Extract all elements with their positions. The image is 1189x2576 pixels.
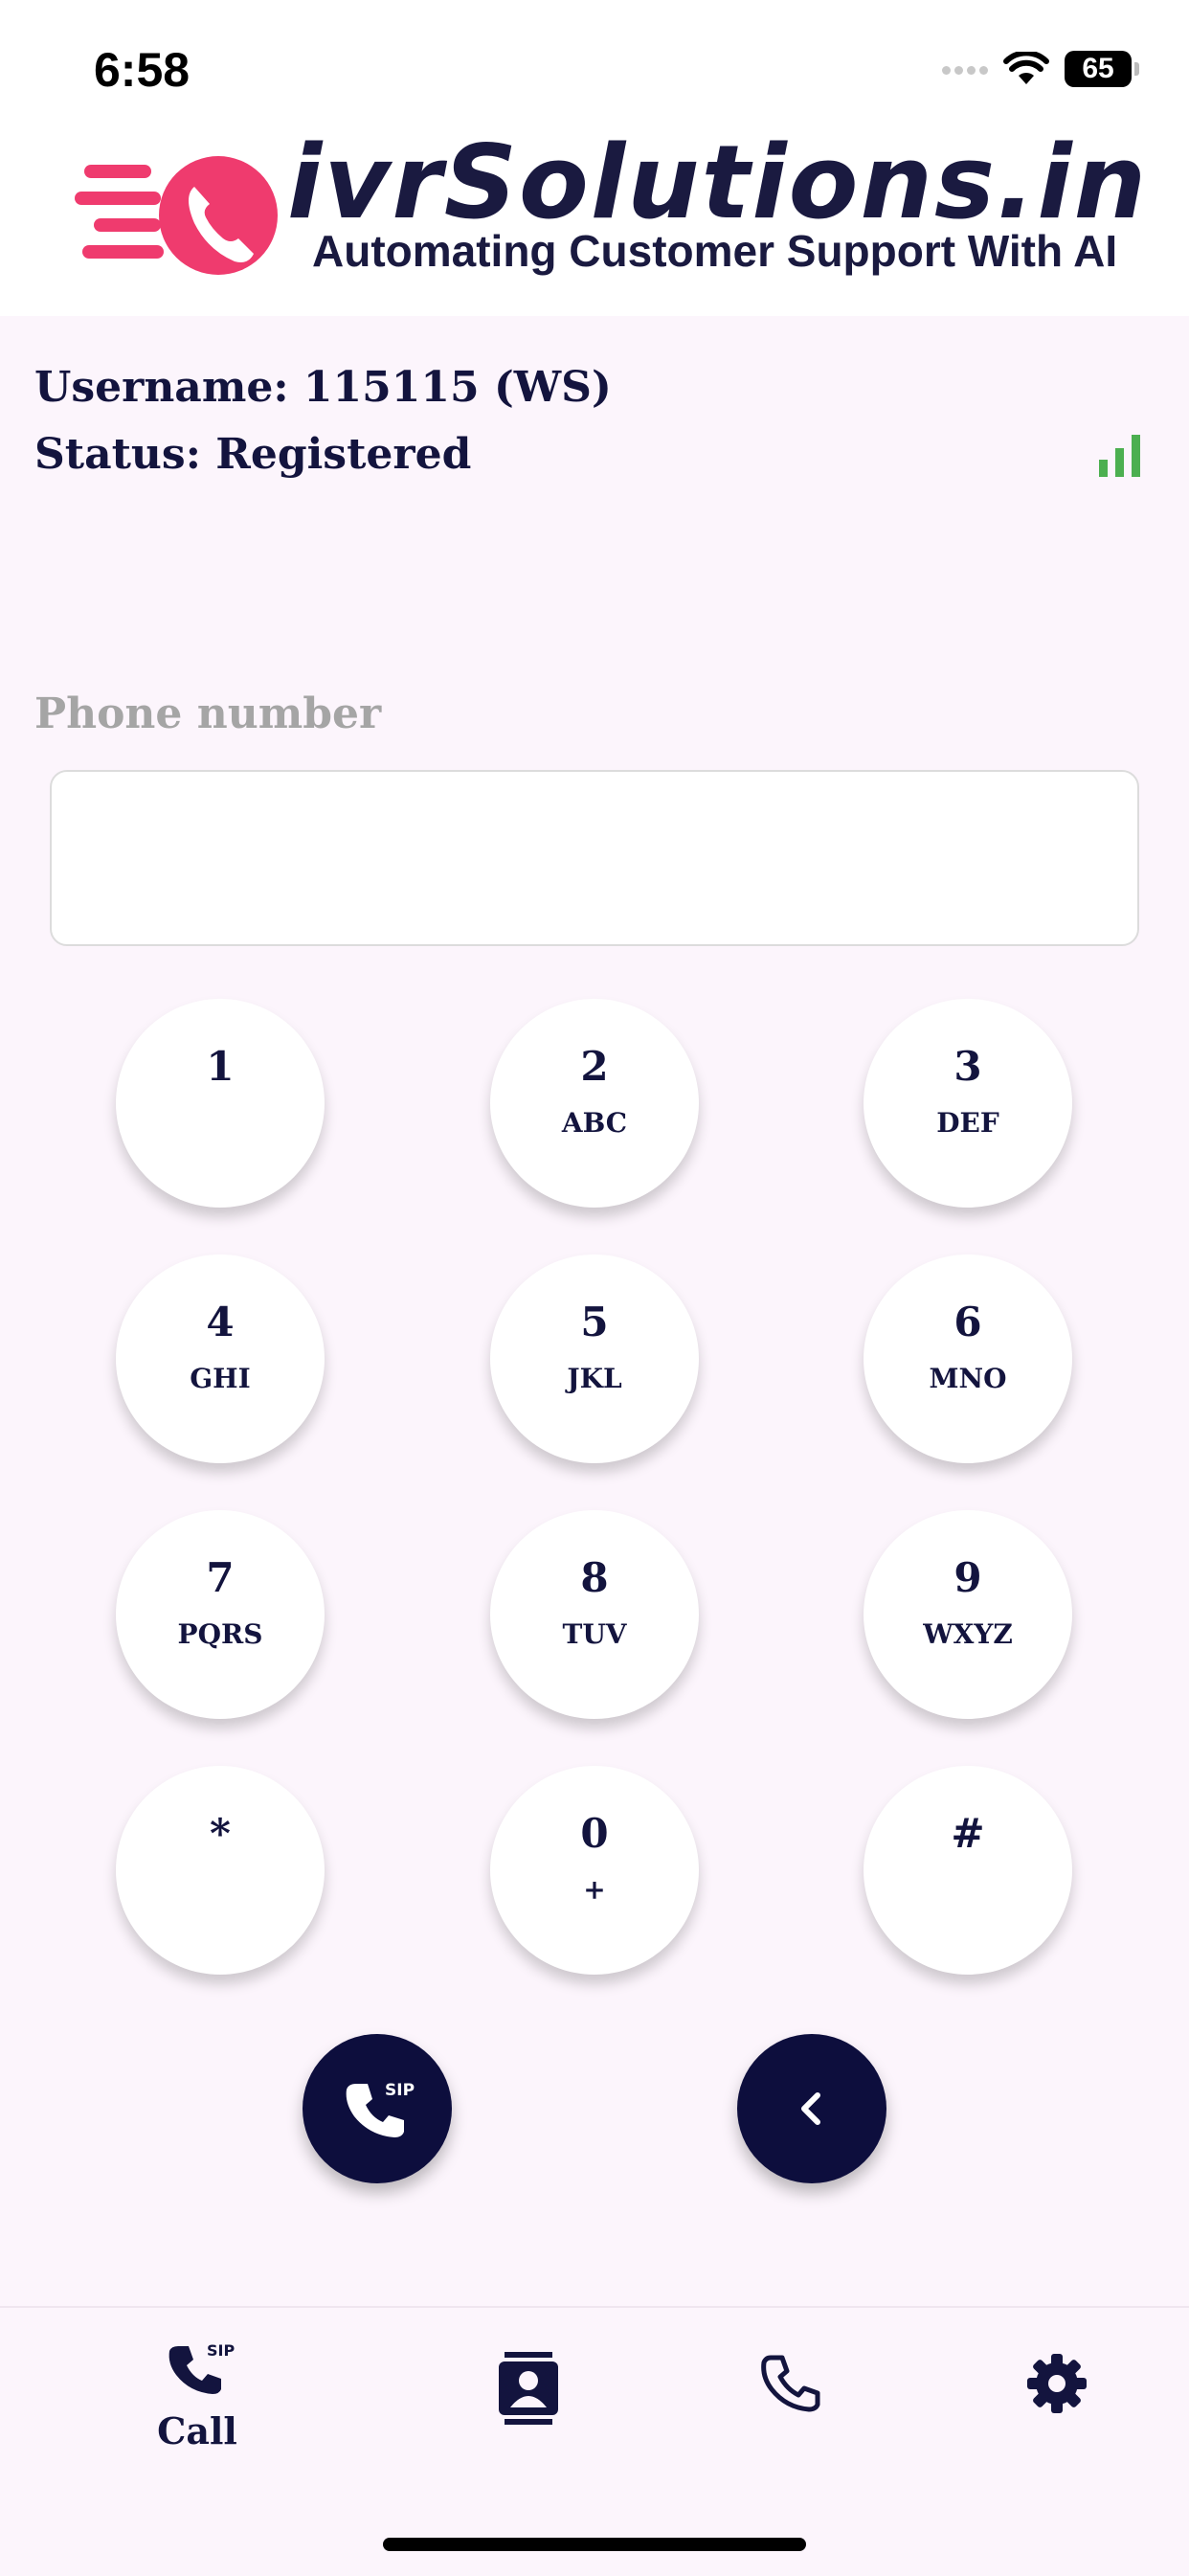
nav-call[interactable]: SIP Call (121, 2337, 274, 2452)
key-letters: JKL (567, 1363, 622, 1394)
nav-settings[interactable] (980, 2352, 1133, 2419)
key-digit: 8 (580, 1554, 609, 1601)
key-5[interactable]: 5 JKL (490, 1254, 699, 1463)
key-digit: 2 (580, 1043, 609, 1090)
key-9[interactable]: 9 WXYZ (864, 1510, 1072, 1719)
key-7[interactable]: 7 PQRS (116, 1510, 325, 1719)
brand-tagline: Automating Customer Support With AI (312, 226, 1118, 276)
key-digit: 5 (580, 1299, 609, 1345)
settings-icon (1027, 2354, 1087, 2413)
key-letters: ABC (561, 1107, 628, 1139)
key-letters: WXYZ (923, 1618, 1013, 1650)
signal-strength-icon (1099, 435, 1140, 477)
sip-badge: SIP (207, 2341, 235, 2360)
sip-call-icon: SIP (168, 2341, 235, 2394)
battery-indicator: 65 (1065, 51, 1139, 87)
brand-name: ivrSolutions.in (287, 124, 1149, 241)
key-letters: DEF (936, 1107, 999, 1139)
phone-logo-icon (75, 156, 278, 275)
key-digit: 3 (953, 1043, 982, 1090)
key-2[interactable]: 2 ABC (490, 999, 699, 1208)
nav-call-label: Call (157, 2409, 237, 2452)
status-icons: 65 (938, 50, 1139, 88)
key-digit: 6 (953, 1299, 982, 1345)
key-star[interactable]: * (116, 1766, 325, 1975)
sip-call-icon: SIP (346, 2081, 415, 2137)
username-text: Username: 115115 (WS) (34, 363, 612, 412)
phone-number-label: Phone number (34, 689, 382, 738)
registration-status-text: Status: Registered (34, 430, 472, 479)
key-digit: 7 (206, 1554, 235, 1601)
key-letters: TUV (562, 1618, 627, 1650)
contacts-icon (499, 2352, 558, 2425)
phone-icon (761, 2355, 820, 2412)
key-8[interactable]: 8 TUV (490, 1510, 699, 1719)
nav-recents[interactable] (716, 2352, 869, 2419)
sip-badge: SIP (385, 2081, 415, 2100)
key-1[interactable]: 1 (116, 999, 325, 1208)
backspace-button[interactable] (737, 2034, 886, 2183)
nav-contacts[interactable] (452, 2352, 605, 2429)
key-digit: * (210, 1810, 231, 1857)
key-3[interactable]: 3 DEF (864, 999, 1072, 1208)
key-digit: 0 (580, 1810, 609, 1857)
key-letters: PQRS (177, 1618, 263, 1650)
key-letters: + (583, 1874, 606, 1906)
key-digit: 1 (206, 1043, 235, 1090)
home-indicator (383, 2538, 806, 2551)
key-digit: # (951, 1810, 985, 1857)
key-4[interactable]: 4 GHI (116, 1254, 325, 1463)
cellular-signal-icon (938, 60, 988, 79)
key-6[interactable]: 6 MNO (864, 1254, 1072, 1463)
app-header: ivrSolutions.in Automating Customer Supp… (0, 124, 1189, 316)
key-letters: MNO (929, 1363, 1007, 1394)
clock: 6:58 (94, 43, 191, 97)
key-digit: 9 (953, 1554, 982, 1601)
key-letters: GHI (190, 1363, 251, 1394)
sip-call-button[interactable]: SIP (303, 2034, 452, 2183)
account-info: Username: 115115 (WS) Status: Registered (34, 354, 612, 488)
key-hash[interactable]: # (864, 1766, 1072, 1975)
phone-number-input[interactable] (50, 770, 1139, 946)
wifi-icon (1003, 52, 1049, 84)
chevron-left-icon (801, 2092, 820, 2125)
bottom-navigation: SIP Call (0, 2306, 1189, 2576)
status-bar: 6:58 65 (0, 0, 1189, 144)
key-digit: 4 (206, 1299, 235, 1345)
key-0[interactable]: 0 + (490, 1766, 699, 1975)
